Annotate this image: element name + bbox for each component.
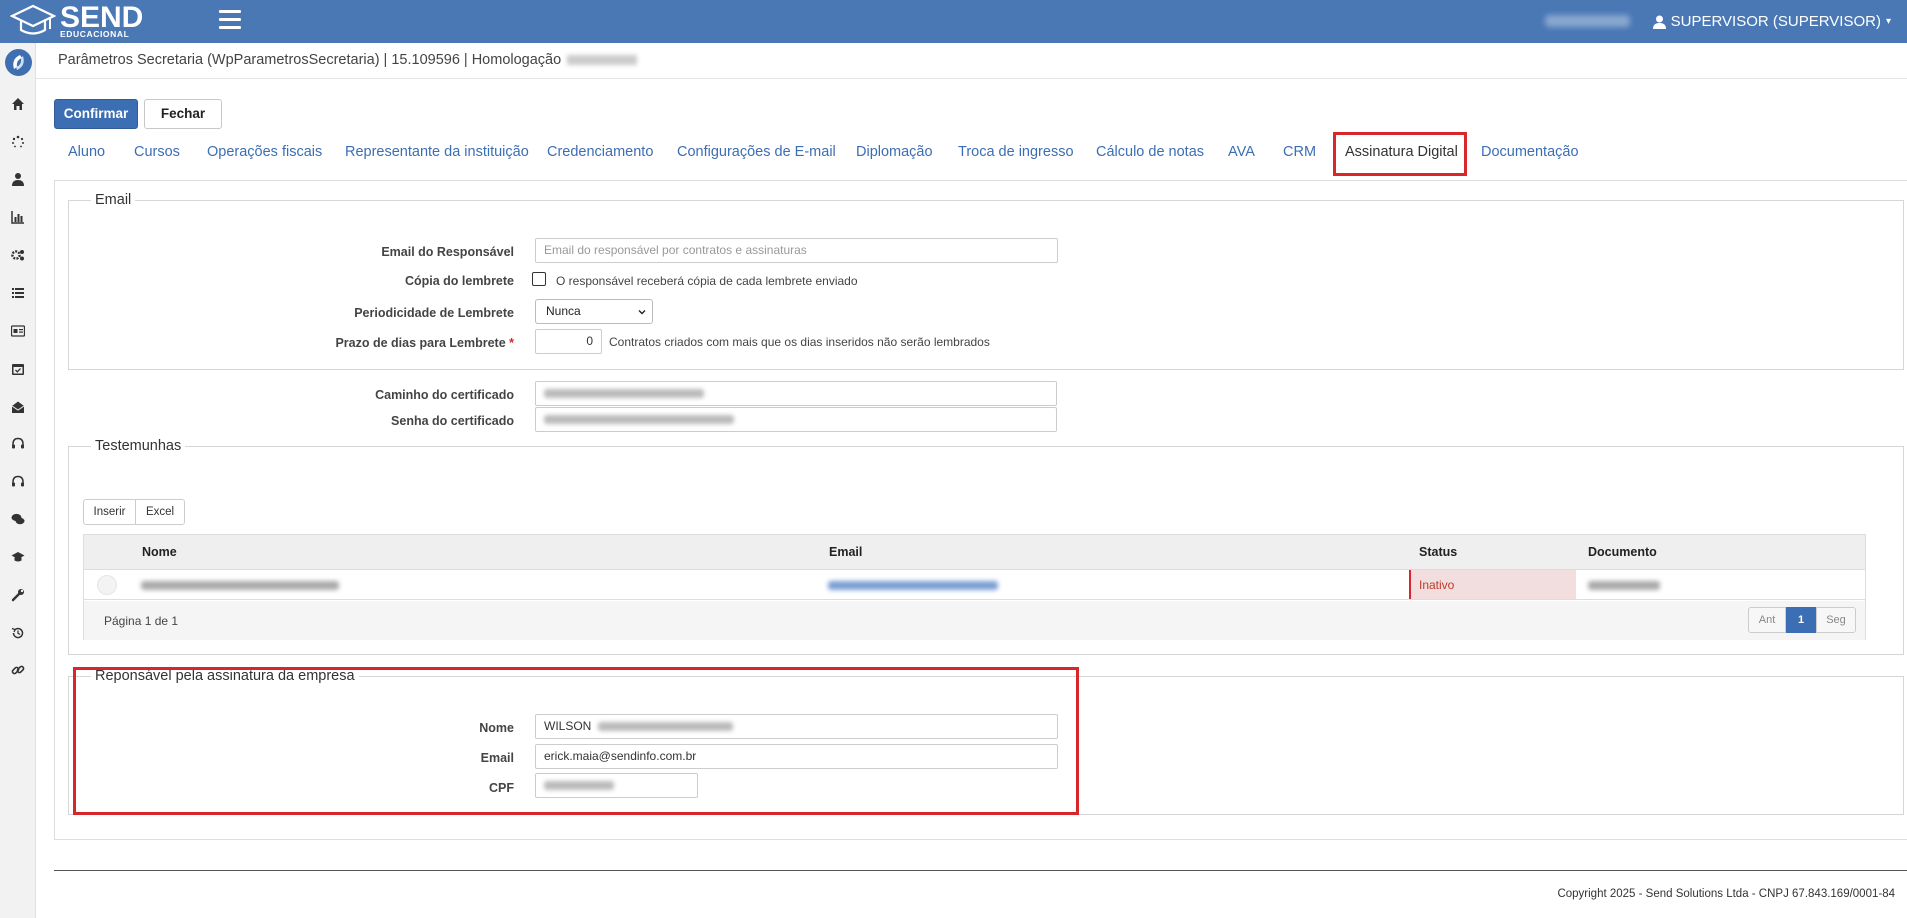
tab-ava[interactable]: AVA xyxy=(1228,144,1255,160)
spinner-icon[interactable] xyxy=(11,135,25,149)
header-divider xyxy=(36,78,1907,79)
caminho-certificado-label: Caminho do certificado xyxy=(375,388,514,402)
caret-down-icon: ▾ xyxy=(1885,16,1891,27)
chevron-down-icon xyxy=(638,310,646,315)
menu-toggle-icon[interactable] xyxy=(219,10,241,30)
footer-copyright: Copyright 2025 - Send Solutions Ltda - C… xyxy=(1557,888,1895,900)
tab-operacoes-fiscais[interactable]: Operações fiscais xyxy=(207,144,322,160)
senha-certificado-input[interactable] xyxy=(535,407,1057,432)
column-status[interactable]: Status xyxy=(1419,545,1457,559)
headset-icon-2[interactable] xyxy=(11,475,25,489)
user-icon xyxy=(1652,15,1666,29)
headset-icon[interactable] xyxy=(11,437,25,451)
pager-next-button[interactable]: Seg xyxy=(1816,607,1856,633)
grid-header: Nome Email Status Documento xyxy=(84,535,1865,570)
tab-cursos[interactable]: Cursos xyxy=(134,144,180,160)
excel-button[interactable]: Excel xyxy=(135,499,185,525)
prazo-help: Contratos criados com mais que os dias i… xyxy=(609,335,990,349)
confirm-button[interactable]: Confirmar xyxy=(54,99,138,129)
environment-name-redacted xyxy=(567,55,638,66)
periodicidade-select[interactable]: Nunca xyxy=(535,299,653,324)
page-title-text: Parâmetros Secretaria (WpParametrosSecre… xyxy=(58,52,562,68)
page-info: Página 1 de 1 xyxy=(104,614,179,628)
tab-documentacao[interactable]: Documentação xyxy=(1481,144,1579,160)
unit-selector-redacted[interactable] xyxy=(1545,15,1630,27)
close-button[interactable]: Fechar xyxy=(144,99,222,129)
tab-calculo-notas[interactable]: Cálculo de notas xyxy=(1096,144,1204,160)
redacted-email[interactable] xyxy=(828,581,998,590)
page-title: Parâmetros Secretaria (WpParametrosSecre… xyxy=(58,52,638,68)
comments-icon[interactable] xyxy=(11,512,25,526)
pager-prev-button[interactable]: Ant xyxy=(1748,607,1786,633)
periodicidade-value: Nunca xyxy=(546,304,581,318)
column-nome[interactable]: Nome xyxy=(142,545,177,559)
tab-aluno[interactable]: Aluno xyxy=(68,144,105,160)
column-email[interactable]: Email xyxy=(829,545,862,559)
testemunhas-legend: Testemunhas xyxy=(91,438,186,454)
wrench-icon[interactable] xyxy=(11,588,25,602)
calendar-check-icon[interactable] xyxy=(11,362,25,376)
list-icon[interactable] xyxy=(11,286,25,300)
tab-representante[interactable]: Representante da instituição xyxy=(345,144,529,160)
periodicidade-label: Periodicidade de Lembrete xyxy=(354,306,514,320)
redacted-text xyxy=(544,415,734,425)
testemunhas-grid: Nome Email Status Documento Inativo Pági… xyxy=(83,534,1866,640)
history-icon[interactable] xyxy=(11,626,25,640)
home-icon[interactable] xyxy=(11,97,25,111)
responsavel-highlight xyxy=(73,667,1079,815)
user-icon[interactable] xyxy=(11,172,25,186)
tab-configuracoes-email[interactable]: Configurações de E-mail xyxy=(677,144,836,160)
tab-diplomacao[interactable]: Diplomação xyxy=(856,144,933,160)
copia-lembrete-checkbox[interactable] xyxy=(532,272,546,286)
email-responsavel-input[interactable]: Email do responsável por contratos e ass… xyxy=(535,238,1058,263)
top-navbar: SEND EDUCACIONAL SUPERVISOR (SUPERVISOR)… xyxy=(0,0,1907,43)
graduation-cap-icon xyxy=(10,4,56,35)
status-cell: Inativo xyxy=(1409,570,1576,599)
prazo-input[interactable]: 0 xyxy=(535,329,602,354)
id-card-icon[interactable] xyxy=(11,324,25,338)
prazo-label: Prazo de dias para Lembrete * xyxy=(214,336,514,350)
app-logo-icon[interactable] xyxy=(5,49,32,76)
prazo-label-text: Prazo de dias para Lembrete xyxy=(335,336,506,350)
senha-certificado-label: Senha do certificado xyxy=(391,414,514,428)
active-tab-highlight xyxy=(1333,132,1467,176)
tab-troca-ingresso[interactable]: Troca de ingresso xyxy=(958,144,1074,160)
status-badge: Inativo xyxy=(1419,578,1455,592)
tab-credenciamento[interactable]: Credenciamento xyxy=(547,144,653,160)
bar-chart-icon[interactable] xyxy=(11,210,25,224)
copia-lembrete-label: Cópia do lembrete xyxy=(404,274,514,288)
pagination: Ant 1 Seg xyxy=(1748,607,1856,633)
user-name: SUPERVISOR (SUPERVISOR) xyxy=(1670,13,1881,30)
insert-button[interactable]: Inserir xyxy=(83,499,136,525)
caminho-certificado-input[interactable] xyxy=(535,381,1057,406)
send-logo[interactable]: SEND EDUCACIONAL xyxy=(10,3,143,39)
copia-lembrete-text: O responsável receberá cópia de cada lem… xyxy=(556,274,858,288)
redacted-documento xyxy=(1588,581,1660,590)
redacted-name xyxy=(141,581,339,590)
row-select-radio[interactable] xyxy=(97,575,117,595)
grid-footer: Página 1 de 1 Ant 1 Seg xyxy=(84,601,1865,640)
cogs-icon[interactable] xyxy=(11,248,25,262)
link-icon[interactable] xyxy=(11,663,25,677)
graduation-cap-icon[interactable] xyxy=(11,550,25,564)
required-marker: * xyxy=(509,336,514,350)
email-legend: Email xyxy=(91,192,136,208)
tab-crm[interactable]: CRM xyxy=(1283,144,1316,160)
email-responsavel-label: Email do Responsável xyxy=(381,245,514,259)
envelope-open-icon[interactable] xyxy=(11,400,25,414)
redacted-text xyxy=(544,389,704,399)
user-menu[interactable]: SUPERVISOR (SUPERVISOR) ▾ xyxy=(1652,13,1891,30)
column-documento[interactable]: Documento xyxy=(1588,545,1657,559)
footer-divider xyxy=(54,870,1907,871)
pager-page-1[interactable]: 1 xyxy=(1786,607,1816,633)
table-row[interactable]: Inativo xyxy=(84,570,1865,600)
